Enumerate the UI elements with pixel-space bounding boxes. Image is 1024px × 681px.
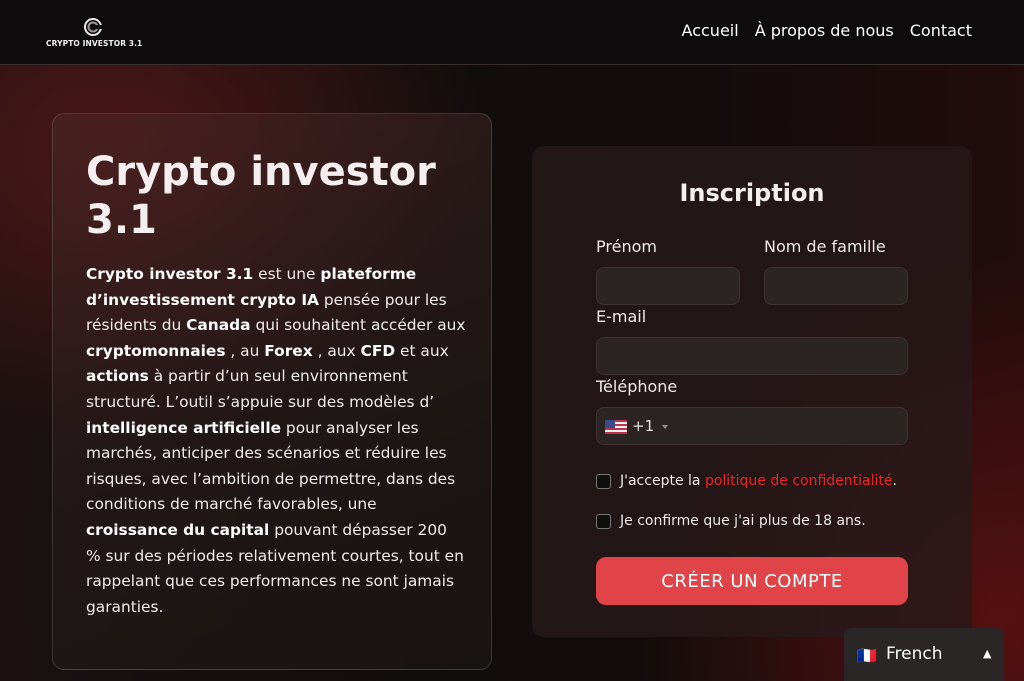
info-description: Crypto investor 3.1 est une plateforme d… xyxy=(86,262,466,620)
first-name-label: Prénom xyxy=(596,237,657,256)
main-nav: Accueil À propos de nous Contact xyxy=(682,21,972,41)
info-card: Crypto investor 3.1 Crypto investor 3.1 … xyxy=(52,113,492,670)
email-label: E-mail xyxy=(596,307,647,326)
description-text: qui souhaitent accéder aux xyxy=(250,316,466,335)
form-title: Inscription xyxy=(679,179,825,207)
description-text: et aux xyxy=(395,341,449,360)
nav-link-contact[interactable]: Contact xyxy=(910,21,972,41)
age-checkbox[interactable] xyxy=(596,513,611,529)
description-emphasis: Crypto investor 3.1 xyxy=(86,265,254,283)
description-text: , au xyxy=(225,341,265,360)
description-text: est une xyxy=(253,265,321,283)
phone-input[interactable] xyxy=(675,408,905,444)
email-input[interactable] xyxy=(596,337,908,375)
us-flag-icon[interactable] xyxy=(605,420,627,434)
description-emphasis: intelligence artificielle xyxy=(86,418,282,437)
french-flag-icon: 🇫🇷 xyxy=(857,646,878,665)
phone-dial-code[interactable]: +1 xyxy=(632,417,654,435)
language-selector[interactable]: 🇫🇷 French ▲ xyxy=(844,628,1004,681)
create-account-button[interactable]: CRÉER UN COMPTE xyxy=(596,557,908,605)
nav-link-accueil[interactable]: Accueil xyxy=(682,21,739,41)
phone-label: Téléphone xyxy=(596,377,678,396)
description-emphasis: cryptomonnaies xyxy=(86,341,226,360)
last-name-input[interactable] xyxy=(764,267,908,305)
phone-field: +1 xyxy=(596,407,908,445)
logo[interactable]: CRYPTO INVESTOR 3.1 xyxy=(46,16,143,50)
privacy-prefix: J'accepte la xyxy=(620,473,705,489)
description-emphasis: Canada xyxy=(186,316,251,335)
age-consent-text: Je confirme que j'ai plus de 18 ans. xyxy=(620,513,866,529)
site-header: CRYPTO INVESTOR 3.1 Accueil À propos de … xyxy=(0,0,1024,65)
privacy-consent-text: J'accepte la politique de confidentialit… xyxy=(620,473,897,489)
description-emphasis: croissance du capital xyxy=(86,520,270,539)
last-name-label: Nom de famille xyxy=(764,237,886,256)
description-emphasis: CFD xyxy=(360,341,396,360)
description-emphasis: Forex xyxy=(264,341,313,360)
first-name-input[interactable] xyxy=(596,267,740,305)
nav-link-a-propos[interactable]: À propos de nous xyxy=(755,21,894,41)
privacy-policy-link[interactable]: politique de confidentialité xyxy=(705,473,893,489)
language-label: French xyxy=(886,644,943,664)
registration-form: Inscription Prénom Nom de famille E-mail… xyxy=(532,146,972,637)
privacy-checkbox[interactable] xyxy=(596,473,611,489)
info-title: Crypto investor 3.1 xyxy=(86,149,436,243)
logo-text: CRYPTO INVESTOR 3.1 xyxy=(46,39,143,48)
chevron-up-icon: ▲ xyxy=(983,647,992,660)
privacy-suffix: . xyxy=(892,473,897,489)
age-consent-row: Je confirme que j'ai plus de 18 ans. xyxy=(596,513,866,529)
country-dropdown-caret-icon[interactable] xyxy=(662,425,668,429)
description-text: , aux xyxy=(312,341,361,360)
description-emphasis: actions xyxy=(86,367,149,386)
privacy-consent-row: J'accepte la politique de confidentialit… xyxy=(596,473,897,489)
logo-mark-icon xyxy=(84,18,102,36)
